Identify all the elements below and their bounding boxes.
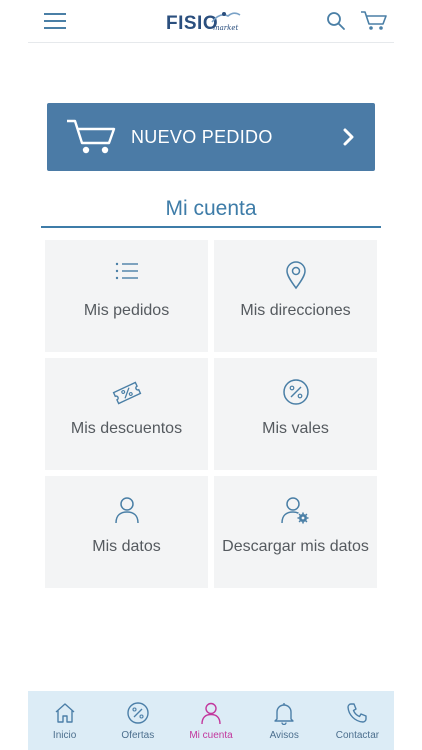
nav-item-my-account[interactable]: Mi cuenta bbox=[174, 691, 247, 750]
nav-item-offers[interactable]: Ofertas bbox=[101, 691, 174, 750]
nav-label: Ofertas bbox=[121, 730, 155, 741]
home-icon bbox=[55, 703, 75, 723]
user-icon bbox=[114, 497, 139, 524]
location-pin-icon bbox=[285, 261, 306, 290]
tile-download-my-data[interactable]: Descargar mis datos bbox=[214, 476, 377, 588]
tile-label: Descargar mis datos bbox=[222, 538, 369, 555]
tile-label: Mis datos bbox=[92, 538, 161, 555]
user-settings-icon bbox=[280, 497, 308, 524]
tile-my-data[interactable]: Mis datos bbox=[45, 476, 208, 588]
logo-subtext: market bbox=[213, 24, 239, 32]
nav-label: Inicio bbox=[52, 730, 77, 741]
bottom-nav: Inicio Ofertas Mi cuenta Avisos Contacta… bbox=[28, 691, 394, 750]
nav-label: Mi cuenta bbox=[189, 730, 233, 741]
nav-label: Avisos bbox=[269, 730, 299, 741]
discount-ticket-icon bbox=[112, 381, 141, 405]
tile-label: Mis vales bbox=[262, 420, 329, 437]
cart-icon bbox=[67, 119, 116, 154]
nav-item-notices[interactable]: Avisos bbox=[248, 691, 321, 750]
tile-label: Mis descuentos bbox=[70, 420, 183, 437]
tile-my-orders[interactable]: Mis pedidos bbox=[45, 240, 208, 352]
chevron-right-icon bbox=[343, 128, 354, 146]
user-icon bbox=[201, 702, 221, 725]
cart-icon[interactable] bbox=[360, 10, 388, 32]
nav-label: Contactar bbox=[335, 730, 380, 741]
brand-logo[interactable]: FISIO market bbox=[166, 10, 258, 36]
tile-label: Mis direcciones bbox=[240, 302, 351, 319]
bell-icon bbox=[274, 703, 294, 725]
app-header: FISIO market bbox=[28, 0, 394, 43]
new-order-button[interactable]: NUEVO PEDIDO bbox=[47, 103, 375, 171]
percent-icon bbox=[282, 379, 309, 405]
search-icon[interactable] bbox=[326, 11, 346, 31]
list-icon bbox=[115, 262, 138, 280]
new-order-label: NUEVO PEDIDO bbox=[131, 127, 273, 147]
nav-item-home[interactable]: Inicio bbox=[28, 691, 101, 750]
tile-label: Mis pedidos bbox=[83, 302, 170, 319]
tile-my-discounts[interactable]: Mis descuentos bbox=[45, 358, 208, 470]
nav-item-contact[interactable]: Contactar bbox=[321, 691, 394, 750]
section-title: Mi cuenta bbox=[165, 197, 257, 220]
menu-icon[interactable] bbox=[44, 13, 66, 31]
phone-icon bbox=[347, 703, 368, 723]
percent-icon bbox=[127, 702, 149, 724]
section-divider bbox=[41, 226, 381, 228]
tile-my-vouchers[interactable]: Mis vales bbox=[214, 358, 377, 470]
tile-my-addresses[interactable]: Mis direcciones bbox=[214, 240, 377, 352]
